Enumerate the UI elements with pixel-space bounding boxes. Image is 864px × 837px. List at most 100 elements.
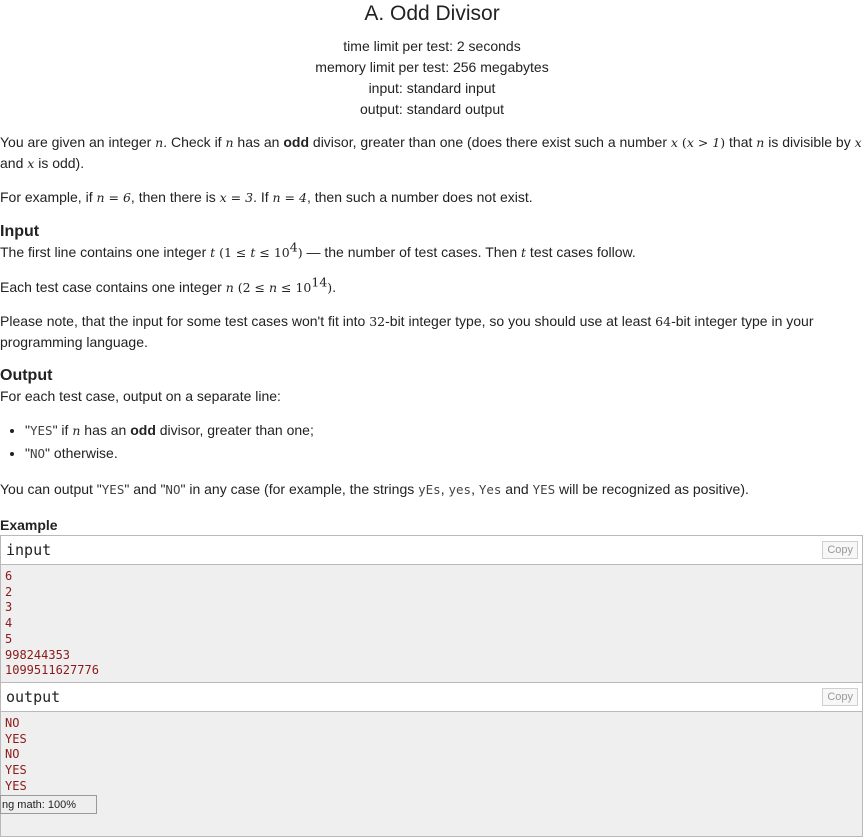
code-no: NO bbox=[165, 482, 181, 497]
math-32: 32 bbox=[369, 314, 386, 329]
math-n: n bbox=[155, 135, 164, 150]
math-range: (1 ≤ bbox=[215, 245, 251, 260]
memory-limit: memory limit per test: 256 megabytes bbox=[315, 59, 549, 75]
math-paren: ( bbox=[677, 135, 687, 150]
math-n: n bbox=[225, 280, 234, 295]
input-label: input bbox=[6, 541, 52, 559]
output-label: output bbox=[6, 688, 61, 706]
text: if bbox=[57, 422, 73, 438]
problem-statement: You are given an integer n. Check if n h… bbox=[0, 132, 864, 208]
text: You can output " bbox=[0, 481, 102, 497]
output-heading: Output bbox=[0, 367, 53, 384]
sample-line: YES bbox=[5, 731, 27, 746]
bold-odd: odd bbox=[130, 422, 156, 438]
sample-line: 3 bbox=[5, 600, 13, 615]
text: -bit integer type, so you should use at … bbox=[385, 313, 656, 329]
code-variant: YES bbox=[532, 482, 556, 497]
text: is odd). bbox=[34, 155, 85, 171]
text: . Check if bbox=[163, 134, 226, 150]
text: , bbox=[471, 481, 479, 497]
text: divisor, greater than one (does there ex… bbox=[309, 134, 671, 150]
text: The first line contains one integer bbox=[0, 244, 211, 260]
sample-line: NO bbox=[5, 716, 20, 730]
text: Each test case contains one integer bbox=[0, 279, 226, 295]
text: You are given an integer bbox=[0, 134, 156, 150]
text: and bbox=[501, 481, 533, 497]
output-specification: Output For each test case, output on a s… bbox=[0, 366, 864, 500]
sample-line: 1099511627776 bbox=[5, 663, 99, 678]
sample-line: 6 bbox=[5, 569, 13, 583]
text: . If bbox=[253, 189, 273, 205]
math-64: 64 bbox=[655, 314, 672, 329]
list-item: "NO" otherwise. bbox=[25, 442, 864, 465]
sample-line: YES bbox=[5, 778, 27, 793]
output-target: output: standard output bbox=[360, 101, 504, 117]
math-condition: x > 1 bbox=[686, 135, 721, 150]
text: , then such a number does not exist. bbox=[306, 189, 533, 205]
output-intro: For each test case, output on a separate… bbox=[0, 388, 281, 404]
text: " in any case (for example, the strings bbox=[180, 481, 419, 497]
text: test cases follow. bbox=[526, 244, 636, 260]
text: — the number of test cases. Then bbox=[302, 244, 522, 260]
input-heading: Input bbox=[0, 223, 40, 240]
math-range: ≤ 10 bbox=[277, 280, 312, 295]
sample-output-content: NO YES NO YES YES bbox=[1, 712, 862, 836]
problem-header: A. Odd Divisor time limit per test: 2 se… bbox=[0, 0, 864, 120]
sample-line: 5 bbox=[5, 631, 13, 646]
output-note: You can output " YES " and "NO" in any cas… bbox=[0, 479, 864, 500]
sample-output-header: output Copy bbox=[1, 683, 862, 712]
math-x: x bbox=[854, 135, 862, 150]
math-n: n bbox=[225, 135, 234, 150]
sample-line: YES bbox=[5, 763, 27, 778]
sample-input-content: 6 2 3 4 5 998244353 1099511627776 bbox=[1, 565, 862, 682]
input-paragraph-1: The first line contains one integer t (1… bbox=[0, 239, 864, 263]
copy-input-button[interactable]: Copy bbox=[822, 541, 858, 559]
code-variant: yEs bbox=[418, 482, 441, 497]
sample-line: NO bbox=[5, 747, 20, 762]
statement-paragraph-2: For example, if n = 6, then there is x =… bbox=[0, 187, 864, 208]
example-title: Example bbox=[0, 517, 58, 533]
text: that bbox=[725, 134, 757, 150]
text: divisor, greater than one; bbox=[155, 422, 314, 438]
text: has an bbox=[233, 134, 284, 150]
sample-tests: Example input Copy 6 2 3 4 5 998244353 1099511… bbox=[0, 515, 864, 837]
text: " and " bbox=[124, 481, 166, 497]
math-range: (2 ≤ bbox=[233, 280, 269, 295]
copy-output-button[interactable]: Copy bbox=[822, 688, 858, 706]
text: is divisible by bbox=[764, 134, 855, 150]
input-source: input: standard input bbox=[368, 80, 496, 96]
code-variant: yes bbox=[448, 482, 472, 497]
text: will be recognized as positive). bbox=[555, 481, 749, 497]
output-list: "YES" if n has an odd divisor, greater t… bbox=[0, 419, 864, 465]
text: and bbox=[0, 155, 28, 171]
math-range: ≤ 10 bbox=[255, 245, 290, 260]
text: Please note, that the input for some tes… bbox=[0, 313, 370, 329]
list-item: "YES" if n has an odd divisor, greater t… bbox=[25, 419, 864, 442]
problem-title: A. Odd Divisor bbox=[364, 2, 500, 25]
math-eq: x = 3 bbox=[219, 190, 254, 205]
text: has an bbox=[80, 422, 131, 438]
code-yes: YES bbox=[29, 423, 53, 438]
sample-line: 998244353 bbox=[5, 647, 71, 662]
math-eq: n = 4 bbox=[272, 190, 307, 205]
input-specification: Input The first line contains one intege… bbox=[0, 222, 864, 353]
sample-line: 2 bbox=[5, 584, 13, 599]
sample-line: 4 bbox=[5, 616, 13, 631]
math-x: x bbox=[670, 135, 678, 150]
statement-paragraph-1: You are given an integer n. Check if n h… bbox=[0, 132, 864, 174]
time-limit: time limit per test: 2 seconds bbox=[343, 38, 521, 54]
input-paragraph-2: Each test case contains one integer n (2… bbox=[0, 274, 864, 298]
math-exponent: 4 bbox=[289, 239, 298, 255]
text: otherwise. bbox=[50, 445, 118, 461]
code-no: NO bbox=[29, 446, 46, 461]
input-paragraph-3: Please note, that the input for some tes… bbox=[0, 311, 864, 353]
sample-input-block: input Copy 6 2 3 4 5 998244353 1099511627776 bbox=[0, 535, 863, 683]
mathjax-status-bar: ng math: 100% bbox=[0, 795, 97, 814]
text: , then there is bbox=[130, 189, 220, 205]
bold-odd: odd bbox=[283, 134, 310, 150]
sample-output-block: output Copy NO YES NO YES YES bbox=[0, 683, 863, 837]
text: For example, if bbox=[0, 189, 97, 205]
text: . bbox=[332, 279, 337, 295]
math-exponent: 14 bbox=[311, 274, 328, 290]
math-n: n bbox=[269, 280, 278, 295]
